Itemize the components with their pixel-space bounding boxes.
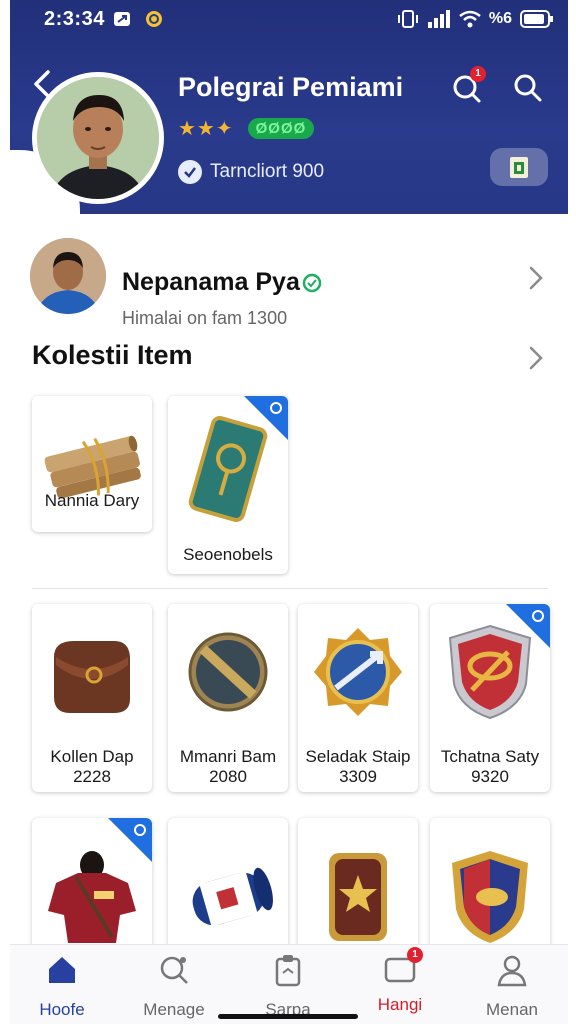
card-image (298, 832, 418, 958)
item-card[interactable] (298, 818, 418, 958)
gold-emblem-icon (314, 628, 402, 716)
shield-check-icon (178, 160, 202, 184)
message-icon-wrap: 1 (383, 947, 423, 987)
card-label: Nannia Dary (44, 491, 140, 510)
friend-name: Nepanama Pya (122, 268, 322, 297)
item-value: 9320 (471, 767, 509, 786)
card-label: Seoenobels (183, 545, 273, 564)
vibrate-icon (397, 10, 418, 28)
wallet-button[interactable] (490, 148, 548, 186)
item-card[interactable]: Tchatna Saty 9320 (430, 604, 550, 792)
nav-label: Hangi (377, 995, 423, 1014)
signal-icon (427, 10, 450, 28)
send-status-icon (114, 12, 130, 26)
profile-name: Polegrai Pemiami (178, 72, 404, 102)
profile-subtitle: Tarncliort 900 (210, 161, 325, 182)
rating-row: ★★✦ ØØØØ (178, 116, 315, 141)
item-name: Kollen Dap (50, 747, 134, 766)
chevron-right-icon[interactable] (526, 344, 546, 372)
nav-label: Hoofe (39, 1000, 85, 1019)
friend-row[interactable]: Nepanama Pya Himalai on fam 1300 (30, 236, 550, 328)
item-card[interactable] (32, 818, 152, 958)
bookmark-tag-icon (506, 604, 550, 648)
notification-button[interactable]: 1 (450, 66, 486, 104)
wifi-icon (459, 10, 481, 28)
wallet-icon (510, 157, 528, 178)
coin-status-icon (146, 11, 162, 27)
collection-card[interactable]: Seoenobels (168, 396, 288, 574)
bottom-nav: Hoofe Menage Sarpa 1 Hangi Menan (10, 944, 568, 1024)
search-icon[interactable] (512, 72, 544, 104)
section-divider (32, 588, 548, 589)
nav-home[interactable]: Hoofe (12, 953, 112, 1021)
profile-icon (497, 955, 527, 987)
bronze-coin-icon (188, 632, 268, 712)
main-content: Nepanama Pya Himalai on fam 1300 Kolesti… (10, 214, 568, 958)
clipboard-icon (275, 955, 301, 987)
nav-label: Menan (486, 1000, 538, 1019)
item-value: 2080 (209, 767, 247, 786)
nav-search[interactable]: Menage (124, 953, 224, 1021)
card-image (298, 604, 418, 740)
nav-messages[interactable]: 1 Hangi (350, 947, 450, 1021)
nav-clipboard[interactable]: Sarpa (238, 953, 338, 1021)
leather-pouch-icon (54, 641, 130, 713)
chevron-right-icon[interactable] (526, 264, 546, 292)
verified-icon (302, 274, 322, 293)
item-card[interactable] (430, 818, 550, 958)
status-time: 2:3:34 (44, 8, 105, 30)
status-right-icons: %6 (397, 9, 554, 29)
nav-profile[interactable]: Menan (462, 953, 562, 1021)
person-portrait-icon (37, 77, 159, 199)
rank-badge: ØØØØ (247, 118, 315, 139)
item-card[interactable]: Kollen Dap 2228 (32, 604, 152, 792)
battery-percent: %6 (488, 10, 512, 27)
friend-subtitle: Himalai on fam 1300 (122, 308, 288, 328)
item-value: 2228 (73, 767, 111, 786)
section-title: Kolestii Item (32, 340, 193, 370)
star-rating: ★★✦ (178, 118, 234, 140)
battery-icon (520, 10, 553, 28)
search-icon (160, 956, 188, 984)
person-portrait-icon (30, 238, 106, 314)
status-bar: 2:3:34 %6 (0, 0, 576, 40)
bookmark-tag-icon (108, 818, 152, 862)
card-image (430, 832, 550, 958)
message-badge: 1 (407, 947, 423, 963)
item-value: 3309 (339, 767, 377, 786)
item-name: Seladak Staip (305, 747, 411, 766)
nav-label: Menage (143, 1000, 205, 1019)
friend-avatar (30, 238, 106, 314)
bookmark-tag-icon (244, 396, 288, 440)
item-card[interactable] (168, 818, 288, 958)
bird-shield-icon (452, 851, 528, 943)
item-card[interactable]: Mmanri Bam 2080 (168, 604, 288, 792)
friend-name-text: Nepanama Pya (122, 268, 300, 296)
item-name: Tchatna Saty (440, 747, 540, 766)
card-image (168, 604, 288, 740)
collection-card[interactable]: Nannia Dary (32, 396, 152, 532)
profile-avatar[interactable] (32, 72, 164, 204)
scroll-bundle-icon (44, 435, 141, 499)
card-image (32, 604, 152, 740)
jersey-icon (48, 851, 136, 943)
home-indicator (218, 1014, 358, 1019)
notification-badge: 1 (470, 66, 486, 82)
item-name: Mmanri Bam (179, 747, 277, 766)
profile-subtitle-row: Tarncliort 900 (178, 160, 324, 184)
card-image (168, 832, 288, 958)
home-icon (49, 957, 75, 983)
item-card[interactable]: Seladak Staip 3309 (298, 604, 418, 792)
scarf-roll-icon (192, 867, 273, 927)
star-shield-icon (329, 853, 387, 941)
